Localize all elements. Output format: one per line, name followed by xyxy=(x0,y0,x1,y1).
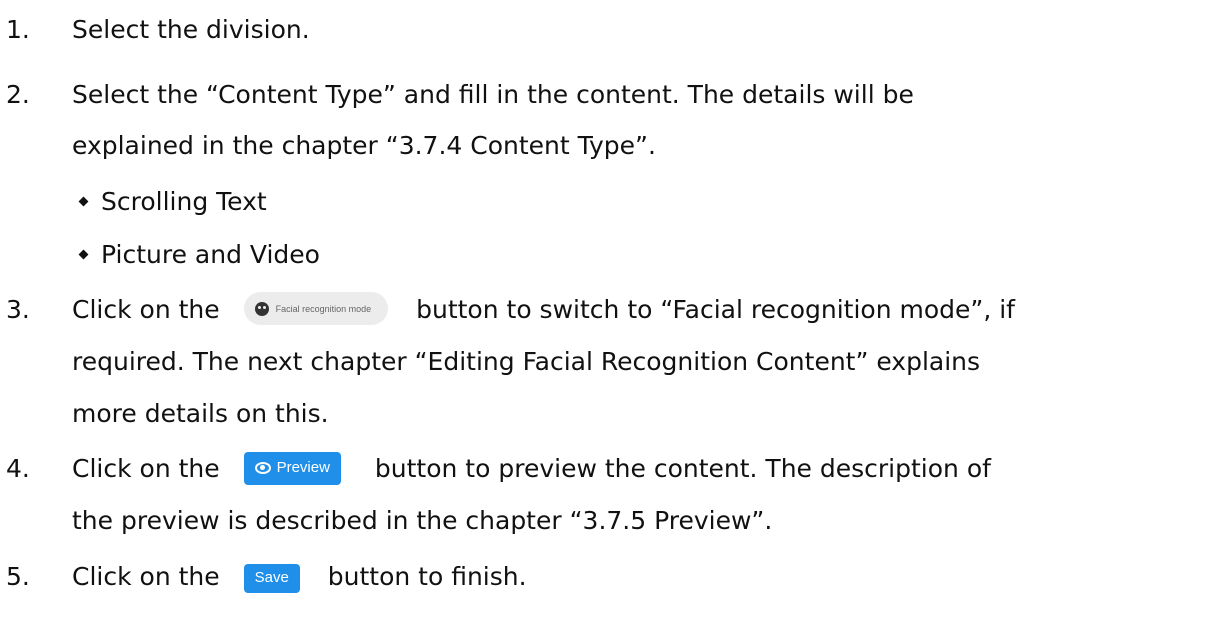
step-text: Click on the Facial recognition mode but… xyxy=(72,291,1015,328)
step-number: 4. xyxy=(6,454,30,483)
step-text: explained in the chapter “3.7.4 Content … xyxy=(72,131,656,160)
step-text: Select the “Content Type” and fill in th… xyxy=(72,80,914,109)
step-number: 2. xyxy=(6,80,30,109)
eye-icon xyxy=(254,462,271,475)
step-number: 3. xyxy=(6,295,30,324)
diamond-bullet-icon xyxy=(78,196,89,207)
step-text-after: button to switch to “Facial recognition … xyxy=(416,295,1015,324)
step-number: 5. xyxy=(6,562,30,591)
bullet-text: Scrolling Text xyxy=(101,187,267,216)
bullet-item: Picture and Video xyxy=(78,238,320,272)
step-text-before: Click on the xyxy=(72,295,220,324)
bullet-item: Scrolling Text xyxy=(78,185,267,219)
diamond-bullet-icon xyxy=(78,249,89,260)
button-label: Preview xyxy=(276,459,330,477)
button-label: Save xyxy=(254,569,289,587)
step-text: Click on the Preview button to preview t… xyxy=(72,449,991,488)
step-text: more details on this. xyxy=(72,399,329,428)
step-text-before: Click on the xyxy=(72,562,220,591)
step-text: the preview is described in the chapter … xyxy=(72,506,773,535)
step-number: 1. xyxy=(6,15,30,44)
step-text-after: button to finish. xyxy=(327,562,527,591)
bullet-text: Picture and Video xyxy=(101,240,320,269)
save-button[interactable]: Save xyxy=(243,557,300,593)
face-icon xyxy=(254,301,269,316)
facial-recognition-mode-button[interactable]: Facial recognition mode xyxy=(243,291,389,326)
step-text-before: Click on the xyxy=(72,454,220,483)
button-label: Facial recognition mode xyxy=(275,303,372,314)
step-text-after: button to preview the content. The descr… xyxy=(374,454,991,483)
preview-button[interactable]: Preview xyxy=(243,449,341,485)
step-text: required. The next chapter “Editing Faci… xyxy=(72,347,981,376)
step-text: Select the division. xyxy=(72,15,310,44)
step-text: Click on the Save button to finish. xyxy=(72,560,527,596)
